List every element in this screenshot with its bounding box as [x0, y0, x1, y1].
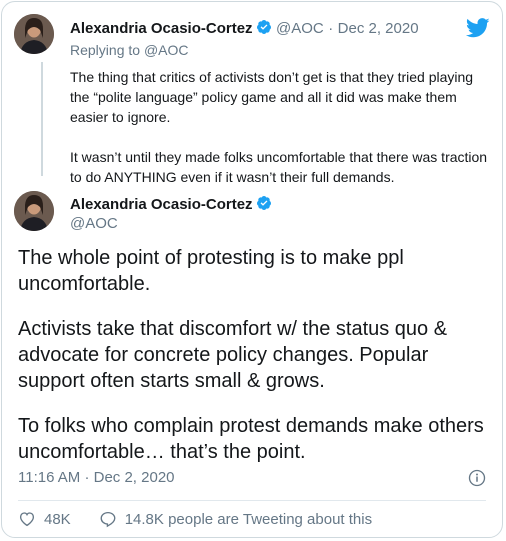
author-name[interactable]: Alexandria Ocasio-Cortez — [70, 196, 253, 213]
tweet-paragraph: The thing that critics of activists don’… — [70, 69, 474, 125]
tweet-time: 11:16 AM — [18, 469, 81, 486]
tweeting-about-text: 14.8K people are Tweeting about this — [124, 510, 373, 528]
replying-handle-link[interactable]: @AOC — [144, 42, 189, 58]
conversation-link[interactable]: 14.8K people are Tweeting about this — [99, 510, 372, 528]
tweet-paragraph: Activists take that discomfort w/ the st… — [18, 318, 448, 392]
tweet-paragraph: The whole point of protesting is to make… — [18, 247, 404, 295]
info-icon[interactable] — [468, 469, 486, 487]
twitter-bird-icon[interactable] — [466, 18, 490, 38]
author-handle: @AOC — [276, 20, 324, 37]
verified-badge-icon — [256, 196, 271, 210]
main-tweet-text: The whole point of protesting is to make… — [18, 245, 493, 484]
separator-dot: · — [84, 469, 90, 486]
thread-connector — [41, 62, 43, 176]
tweet-card: Alexandria Ocasio-Cortez @AOC · Dec 2, 2… — [1, 1, 503, 538]
replying-prefix: Replying to — [70, 42, 141, 58]
divider — [18, 500, 486, 501]
tweet-actions: 48K 14.8K people are Tweeting about this — [18, 510, 400, 528]
tweet-paragraph: To folks who complain protest demands ma… — [18, 415, 484, 463]
avatar[interactable] — [14, 14, 54, 54]
verified-badge-icon — [256, 20, 271, 34]
reply-tweet-header: Alexandria Ocasio-Cortez @AOC · Dec 2, 2… — [70, 19, 419, 38]
like-count: 48K — [44, 510, 71, 528]
tweet-date: Dec 2, 2020 — [93, 469, 175, 486]
separator-dot: · — [328, 20, 334, 37]
like-button[interactable]: 48K — [18, 510, 71, 528]
replying-to: Replying to @AOC — [70, 42, 189, 58]
tweet-paragraph: It wasn’t until they made folks uncomfor… — [70, 149, 488, 185]
main-tweet-author: Alexandria Ocasio-Cortez — [70, 195, 272, 214]
author-handle[interactable]: @AOC — [70, 215, 118, 232]
tweet-date[interactable]: Dec 2, 2020 — [338, 20, 419, 37]
avatar[interactable] — [14, 191, 54, 231]
heart-icon — [19, 512, 35, 527]
speech-bubble-icon — [100, 511, 116, 528]
tweet-timestamp[interactable]: 11:16 AM · Dec 2, 2020 — [18, 469, 175, 486]
reply-tweet-text: The thing that critics of activists don’… — [70, 67, 495, 207]
author-name[interactable]: Alexandria Ocasio-Cortez — [70, 20, 253, 37]
